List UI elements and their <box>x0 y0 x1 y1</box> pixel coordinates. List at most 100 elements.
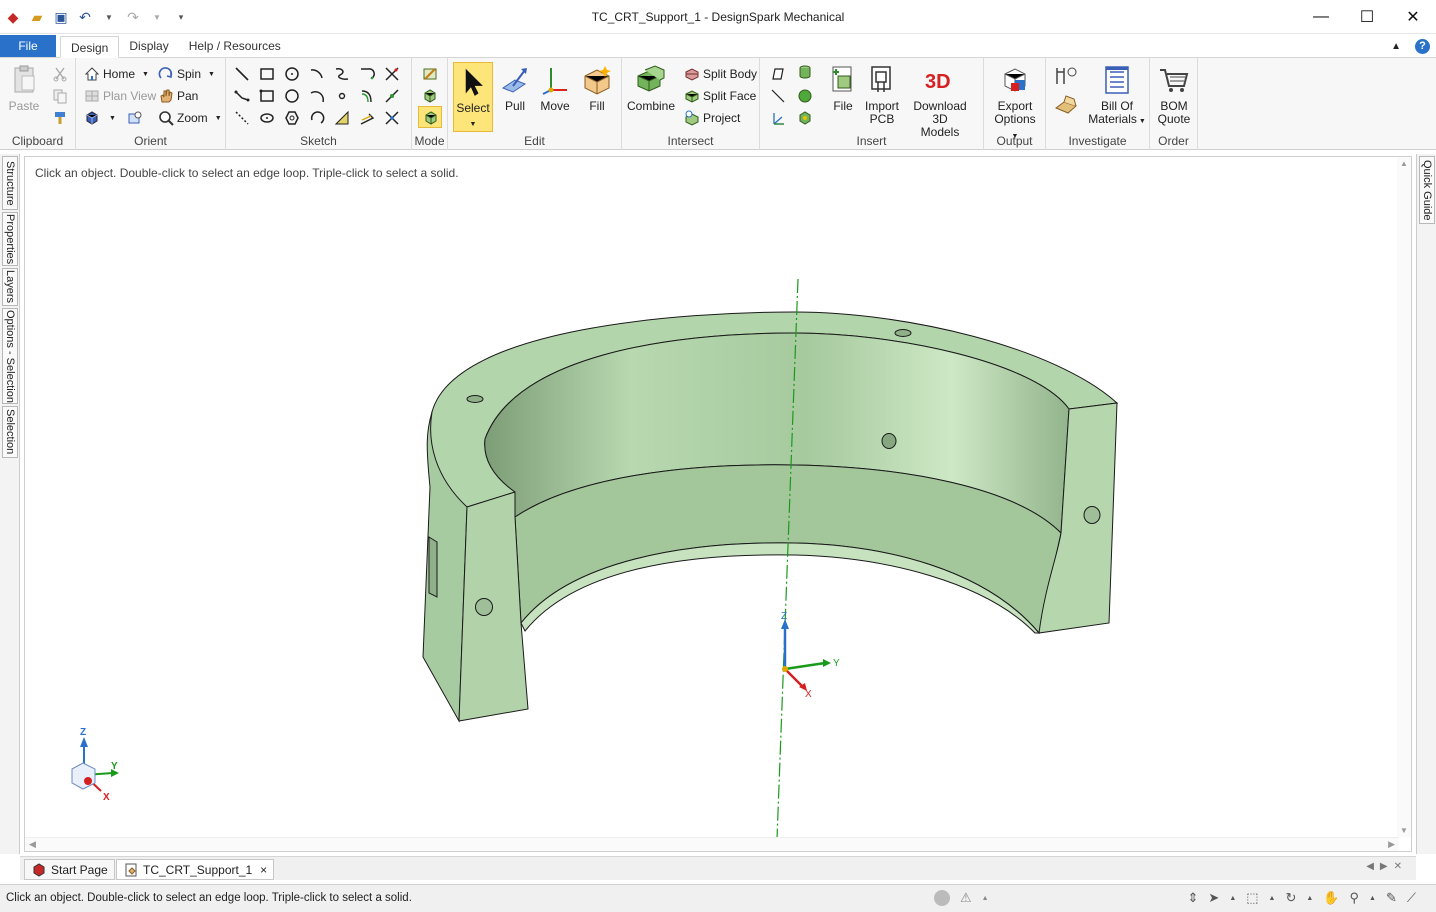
status-snap-icon[interactable]: ⟋ <box>1407 890 1416 906</box>
scroll-left-icon[interactable]: ◀ <box>29 839 36 850</box>
tab-display[interactable]: Display <box>119 35 178 57</box>
minimize-button[interactable]: — <box>1298 0 1344 34</box>
spline-tool-icon[interactable] <box>334 66 350 82</box>
insert-origin-icon[interactable] <box>770 110 786 126</box>
three-point-circle-icon[interactable] <box>284 88 300 104</box>
model-hole-left-face[interactable] <box>475 598 493 616</box>
orient-settings-icon[interactable] <box>127 110 143 126</box>
insert-file-button[interactable]: File <box>828 64 858 113</box>
close-button[interactable]: ✕ <box>1390 0 1436 34</box>
project-curve-icon[interactable] <box>359 110 375 126</box>
model-canvas[interactable]: Z Y X Z Y X <box>25 157 1399 839</box>
side-tab-layers[interactable]: Layers <box>2 268 18 306</box>
format-painter-icon[interactable] <box>52 110 68 126</box>
selection-filter-icon[interactable]: ⇕ <box>1188 890 1199 906</box>
tab-file[interactable]: File <box>0 35 56 57</box>
status-select-dropdown-icon[interactable]: ▲ <box>1229 895 1236 902</box>
bill-of-materials-button[interactable]: Bill Of Materials ▼ <box>1088 64 1146 128</box>
sweep-arc-icon[interactable] <box>309 88 325 104</box>
model-slot-left[interactable] <box>428 536 438 598</box>
circle-tool-icon[interactable] <box>284 66 300 82</box>
doc-tabs-nav[interactable]: ◀▶✕ <box>1366 861 1408 872</box>
home-button[interactable]: Home ▼ <box>84 66 149 82</box>
download-3d-models-button[interactable]: 3D Download 3D Models <box>906 64 974 139</box>
point-tool-icon[interactable] <box>334 88 350 104</box>
horizontal-scrollbar[interactable]: ◀ ▶ <box>25 837 1399 851</box>
side-tab-selection[interactable]: Selection <box>2 406 18 458</box>
side-tab-quick-guide[interactable]: Quick Guide <box>1419 156 1435 224</box>
zoom-button[interactable]: Zoom ▼ <box>158 110 222 126</box>
three-point-arc-icon[interactable] <box>309 110 325 126</box>
import-pcb-button[interactable]: Import PCB <box>864 64 900 126</box>
three-point-rectangle-icon[interactable] <box>259 88 275 104</box>
offset-curve-icon[interactable] <box>359 88 375 104</box>
insert-plane-icon[interactable] <box>770 66 786 82</box>
ellipse-tool-icon[interactable] <box>259 110 275 126</box>
status-select-arrow-icon[interactable]: ➤ <box>1208 890 1219 906</box>
help-icon[interactable]: ? <box>1415 39 1430 54</box>
model-hole-right-face[interactable] <box>1083 506 1101 524</box>
scroll-right-icon[interactable]: ▶ <box>1388 839 1395 850</box>
model-hole-inner[interactable] <box>881 433 897 449</box>
spin-button[interactable]: Spin ▼ <box>158 66 215 82</box>
split-face-button[interactable]: Split Face <box>684 88 756 104</box>
pull-button[interactable]: Pull <box>500 64 530 113</box>
maximize-button[interactable]: ☐ <box>1344 0 1390 34</box>
measure-icon[interactable] <box>1054 66 1078 86</box>
bend-tool-icon[interactable] <box>384 88 400 104</box>
split-body-button[interactable]: Split Body <box>684 66 757 82</box>
status-pan-icon[interactable]: ✋ <box>1323 890 1339 906</box>
cut-icon[interactable] <box>52 66 68 82</box>
check-geometry-icon[interactable] <box>1054 94 1078 116</box>
warning-dropdown-icon[interactable]: ▲ <box>982 895 989 902</box>
arc-tool-icon[interactable] <box>309 66 325 82</box>
3d-viewport[interactable]: Click an object. Double-click to select … <box>24 156 1412 852</box>
tab-design[interactable]: Design <box>60 36 120 58</box>
rectangle-tool-icon[interactable] <box>259 66 275 82</box>
side-tab-properties[interactable]: Properties <box>2 212 18 266</box>
status-spin-dropdown-icon[interactable]: ▲ <box>1306 895 1313 902</box>
side-tab-structure[interactable]: Structure <box>2 156 18 210</box>
warning-icon[interactable]: ⚠ <box>960 890 972 906</box>
tangent-arc-icon[interactable] <box>359 66 375 82</box>
polyline-tool-icon[interactable] <box>234 88 250 104</box>
export-options-button[interactable]: Export Options ▼ <box>990 64 1040 143</box>
line-tool-icon[interactable] <box>234 66 250 82</box>
select-button[interactable]: Select ▼ <box>453 62 493 132</box>
status-spin-icon[interactable]: ↻ <box>1285 890 1296 906</box>
split-line-icon[interactable] <box>384 110 400 126</box>
bom-quote-button[interactable]: BOM Quote <box>1156 64 1192 126</box>
model-hole-top-right[interactable] <box>894 329 912 337</box>
construction-line-icon[interactable] <box>234 110 250 126</box>
view-cube-button[interactable]: ▼ <box>84 110 143 126</box>
close-tab-icon[interactable]: × <box>260 863 267 877</box>
paste-button[interactable]: Paste <box>8 64 40 113</box>
trim-tool-icon[interactable] <box>384 66 400 82</box>
vertical-scrollbar[interactable]: ▲ ▼ <box>1397 157 1411 837</box>
project-button[interactable]: Project <box>684 110 740 126</box>
box-select-dropdown-icon[interactable]: ▲ <box>1269 895 1276 902</box>
scroll-up-icon[interactable]: ▲ <box>1400 159 1408 168</box>
box-select-icon[interactable]: ⬚ <box>1246 890 1258 906</box>
tab-help-resources[interactable]: Help / Resources <box>179 35 291 57</box>
face-curve-icon[interactable] <box>334 110 350 126</box>
side-tab-options-selection[interactable]: Options - Selection <box>2 308 18 404</box>
sketch-mode-icon[interactable] <box>422 66 438 82</box>
scroll-down-icon[interactable]: ▼ <box>1400 826 1408 835</box>
pan-button[interactable]: Pan <box>158 88 198 104</box>
move-button[interactable]: Move <box>538 64 572 113</box>
copy-icon[interactable] <box>52 88 68 104</box>
insert-sphere-icon[interactable] <box>797 88 813 104</box>
stop-icon[interactable] <box>934 890 950 906</box>
polygon-tool-icon[interactable] <box>284 110 300 126</box>
status-zoom-icon[interactable]: ⚲ <box>1350 890 1360 906</box>
3d-mode-button[interactable] <box>418 106 442 128</box>
collapse-ribbon-icon[interactable]: ▲ <box>1391 41 1401 52</box>
insert-cylinder-icon[interactable] <box>797 64 813 80</box>
fill-button[interactable]: Fill <box>582 64 612 113</box>
combine-button[interactable]: Combine <box>627 64 675 113</box>
doc-tab-start-page[interactable]: Start Page <box>24 859 115 880</box>
insert-axis-icon[interactable] <box>770 88 786 104</box>
section-mode-icon[interactable] <box>422 88 438 104</box>
model-hole-top-left[interactable] <box>466 395 484 403</box>
